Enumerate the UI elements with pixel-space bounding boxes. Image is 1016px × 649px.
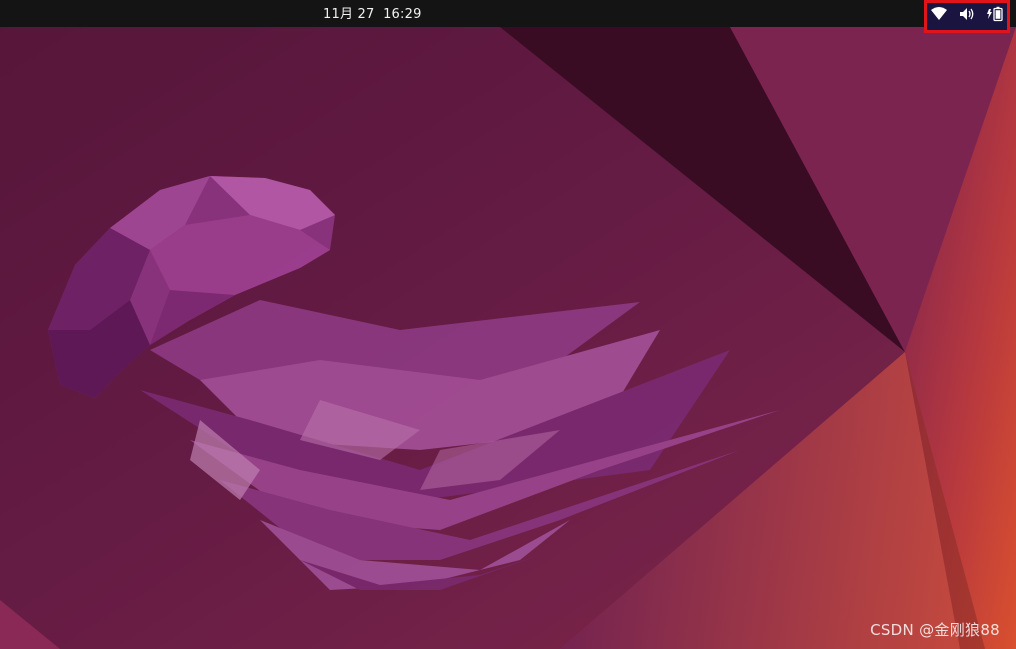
- desktop-wallpaper: [0, 0, 1016, 649]
- system-tray-menu[interactable]: [924, 0, 1010, 33]
- watermark-text: CSDN @金刚狼88: [870, 621, 1000, 639]
- desktop-screen: 11月 27 16:29 CSDN @金刚狼88: [0, 0, 1016, 649]
- clock[interactable]: 11月 27 16:29: [323, 0, 422, 27]
- battery-charging-icon: [986, 6, 1004, 22]
- network-wireless-icon: [930, 6, 948, 22]
- top-bar: 11月 27 16:29: [0, 0, 1016, 33]
- volume-icon: [959, 6, 976, 22]
